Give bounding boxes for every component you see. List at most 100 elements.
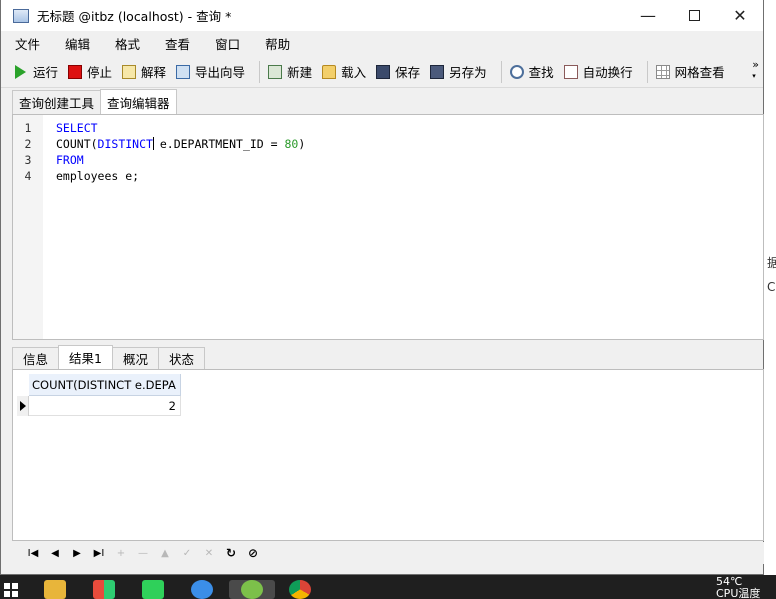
result-panel: COUNT(DISTINCT e.DEPA 2: [12, 369, 764, 541]
save-as-icon: [430, 64, 445, 79]
table-row[interactable]: 2: [17, 396, 181, 416]
load-button[interactable]: 载入: [320, 60, 372, 84]
background-text: Co: [767, 280, 776, 294]
grid-icon: [655, 64, 670, 79]
window-title: 无标题 @itbz (localhost) - 查询 *: [37, 9, 232, 24]
find-label: 查找: [528, 65, 554, 80]
tab-query-editor[interactable]: 查询编辑器: [100, 89, 177, 114]
save-icon: [376, 64, 391, 79]
word-wrap-button[interactable]: 自动换行: [562, 60, 639, 84]
toolbar-separator: [259, 60, 261, 83]
save-as-button[interactable]: 另存为: [428, 60, 493, 84]
new-button[interactable]: 新建: [266, 60, 318, 84]
tab-status[interactable]: 状态: [157, 347, 205, 369]
add-record-button[interactable]: +: [110, 548, 132, 559]
chrome-icon[interactable]: [289, 580, 311, 599]
grid-view-label: 网格查看: [674, 65, 725, 80]
cpu-temperature-label: CPU温度: [716, 587, 761, 599]
line-number: 2: [24, 137, 32, 151]
toolbar-overflow-button[interactable]: » ▾: [752, 58, 759, 81]
explain-icon: [122, 64, 137, 79]
cpu-temperature: 54℃ CPU温度: [716, 576, 760, 599]
code-text: COUNT(: [56, 137, 98, 151]
grid-view-button[interactable]: 网格查看: [654, 60, 731, 84]
background-text: 据: [767, 256, 776, 270]
stop-refresh-button[interactable]: ⊘: [242, 546, 264, 560]
stop-button[interactable]: 停止: [66, 60, 118, 84]
taskbar: 54℃ CPU温度: [0, 575, 776, 599]
browser-icon[interactable]: [191, 580, 213, 599]
menu-file[interactable]: 文件: [15, 34, 40, 53]
row-indicator-icon: [17, 396, 29, 416]
keyword: DISTINCT: [97, 137, 153, 151]
search-icon: [509, 64, 524, 79]
number-literal: 80: [284, 137, 299, 151]
code-line: 1 SELECT: [25, 120, 305, 136]
export-wizard-label: 导出向导: [195, 65, 246, 80]
new-query-icon: [268, 64, 283, 79]
apply-changes-button[interactable]: ✓: [176, 548, 198, 559]
code-line: 4 employees e;: [25, 168, 305, 184]
sql-editor[interactable]: 1 SELECT 2 COUNT(DISTINCT e.DEPARTMENT_ID …: [12, 114, 764, 340]
tab-message[interactable]: 信息: [12, 347, 60, 369]
code-text: employees e;: [56, 169, 140, 183]
menu-edit[interactable]: 编辑: [65, 34, 90, 53]
refresh-button[interactable]: ↻: [220, 546, 242, 560]
export-icon: [176, 64, 191, 79]
code-text: e.DEPARTMENT_ID =: [152, 137, 285, 151]
delete-record-button[interactable]: —: [132, 548, 154, 559]
stop-label: 停止: [87, 65, 113, 80]
code-area[interactable]: 1 SELECT 2 COUNT(DISTINCT e.DEPARTMENT_ID …: [25, 120, 306, 184]
explain-button[interactable]: 解释: [120, 60, 172, 84]
toolbar-separator: [500, 60, 502, 83]
line-number: 3: [24, 153, 32, 167]
query-tab-strip: 查询创建工具 查询编辑器: [12, 89, 177, 114]
toolbar-separator: [646, 60, 648, 83]
code-text: ): [298, 137, 306, 151]
line-number: 4: [24, 169, 32, 183]
title-bar[interactable]: 无标题 @itbz (localhost) - 查询 * — ✕: [1, 0, 763, 31]
iqiyi-icon[interactable]: [142, 580, 164, 599]
record-navigator: I◀ ◀ ▶ ▶I + — ▲ ✓ ✕ ↻ ⊘: [12, 542, 764, 564]
minimize-button[interactable]: —: [625, 0, 671, 31]
find-button[interactable]: 查找: [508, 60, 560, 84]
menu-bar: 文件 编辑 格式 查看 窗口 帮助: [1, 31, 763, 56]
next-record-button[interactable]: ▶: [66, 548, 88, 559]
menu-window[interactable]: 窗口: [215, 34, 240, 53]
maximize-button[interactable]: [671, 0, 717, 31]
cancel-changes-button[interactable]: ✕: [198, 548, 220, 559]
start-icon[interactable]: [4, 583, 18, 597]
chevron-right-icon: »: [752, 58, 759, 71]
line-number: 1: [24, 121, 32, 135]
file-explorer-icon[interactable]: [44, 580, 66, 599]
app-icon: [13, 8, 29, 23]
save-button[interactable]: 保存: [374, 60, 426, 84]
word-wrap-icon: [563, 64, 578, 79]
last-record-button[interactable]: ▶I: [88, 548, 110, 559]
export-wizard-button[interactable]: 导出向导: [174, 60, 251, 84]
table-cell[interactable]: 2: [29, 396, 181, 416]
run-button[interactable]: 运行: [13, 60, 64, 84]
load-label: 载入: [341, 65, 367, 80]
play-icon: [15, 64, 26, 79]
run-label: 运行: [33, 65, 59, 80]
edit-record-button[interactable]: ▲: [154, 548, 176, 559]
menu-format[interactable]: 格式: [115, 34, 140, 53]
store-icon[interactable]: [93, 580, 115, 599]
save-as-label: 另存为: [449, 65, 487, 80]
first-record-button[interactable]: I◀: [22, 548, 44, 559]
stop-icon: [68, 64, 83, 79]
code-line: 2 COUNT(DISTINCT e.DEPARTMENT_ID = 80): [25, 136, 306, 152]
keyword: FROM: [56, 153, 84, 167]
toolbar: 运行 停止 解释 导出向导 新建 载入 保存 另存为 查找 自动换行 网格查看 …: [1, 56, 763, 88]
close-button[interactable]: ✕: [717, 0, 763, 31]
tab-result-1[interactable]: 结果1: [58, 345, 113, 369]
tab-profile[interactable]: 概况: [111, 347, 159, 369]
menu-view[interactable]: 查看: [165, 34, 190, 53]
result-tab-strip: 信息 结果1 概况 状态: [12, 345, 205, 369]
menu-help[interactable]: 帮助: [265, 34, 290, 53]
background-window: 据 Co: [762, 0, 776, 575]
prev-record-button[interactable]: ◀: [44, 548, 66, 559]
column-header[interactable]: COUNT(DISTINCT e.DEPA: [29, 374, 181, 396]
tab-query-builder[interactable]: 查询创建工具: [12, 90, 102, 114]
